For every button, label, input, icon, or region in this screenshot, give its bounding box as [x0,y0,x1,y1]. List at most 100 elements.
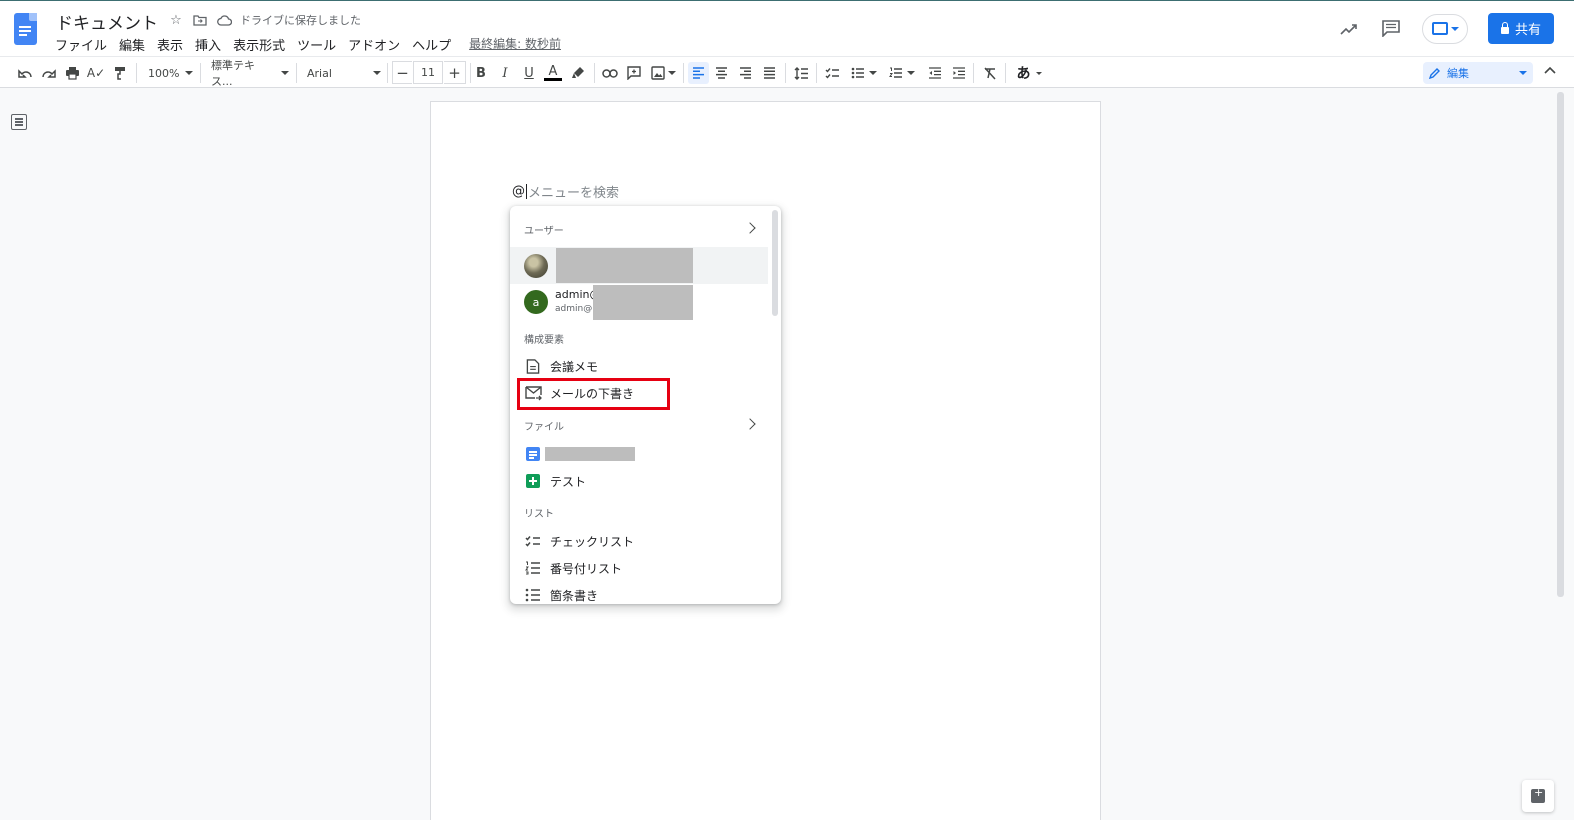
user-option-1[interactable] [510,247,768,284]
menu-item-file-doc[interactable] [524,443,635,465]
toolbar-divider [594,63,595,83]
font-size-input[interactable]: 11 [413,61,443,84]
menu-format[interactable]: 表示形式 [233,35,285,54]
align-center-icon[interactable] [712,62,731,84]
menu-item-numbered-list[interactable]: 番号付リスト [524,557,622,579]
toolbar-divider [973,63,974,83]
menu-item-file-test[interactable]: テスト [524,470,586,492]
bulleted-list-button[interactable] [848,62,880,84]
redo-icon[interactable] [40,62,58,84]
menu-item-label: テスト [550,474,587,489]
checklist-icon [524,532,542,550]
toolbar-divider [683,63,684,83]
checklist-icon[interactable] [823,62,842,84]
section-files-label: ファイル [524,422,564,433]
present-button[interactable] [1422,13,1468,44]
chevron-down-icon [1519,71,1527,75]
line-spacing-icon[interactable] [792,62,811,84]
redacted-name [556,248,693,283]
toolbar-divider [136,63,137,83]
underline-button[interactable]: U [520,62,538,84]
docs-logo-icon[interactable] [14,13,37,45]
comment-history-icon[interactable] [1380,18,1402,40]
menu-item-checklist[interactable]: チェックリスト [524,530,634,552]
zoom-select[interactable]: 100% [148,62,194,84]
menu-item-label: 番号付リスト [550,561,623,576]
menu-search-placeholder: メニューを検索 [528,186,620,201]
toolbar-divider [387,63,388,83]
menu-item-bulleted-list[interactable]: 箇条書き [524,584,598,604]
add-comment-icon[interactable] [625,62,643,84]
bulleted-list-icon [524,586,542,604]
pencil-icon [1429,68,1440,79]
chevron-down-icon [185,71,194,75]
last-edit-link[interactable]: 最終編集: 数秒前 [469,35,561,54]
increase-font-size-button[interactable]: + [444,61,466,84]
avatar [524,254,548,278]
input-tools-button[interactable]: あ [1012,62,1046,84]
menu-help[interactable]: ヘルプ [412,35,451,54]
cloud-saved-icon[interactable] [216,12,232,28]
undo-icon[interactable] [16,62,34,84]
chevron-up-icon[interactable] [1544,63,1558,77]
highlight-annotation-box [517,378,670,410]
paragraph-style-select[interactable]: 標準テキス... [211,59,289,88]
activity-trend-icon[interactable] [1338,18,1360,40]
text-color-button[interactable]: A [543,62,563,84]
paragraph-style-value: 標準テキス... [211,59,255,88]
mention-search-line[interactable]: @ メニューを検索 [512,182,619,201]
chevron-down-icon [373,71,381,75]
menu-file[interactable]: ファイル [55,35,107,54]
menu-item-label: 箇条書き [550,588,599,603]
menu-view[interactable]: 表示 [157,35,183,54]
decrease-indent-icon[interactable] [925,62,944,84]
increase-indent-icon[interactable] [949,62,968,84]
menu-insert[interactable]: 挿入 [195,35,221,54]
numbered-list-button[interactable] [886,62,918,84]
decrease-font-size-button[interactable]: − [392,61,412,84]
chevron-down-icon [1035,71,1042,75]
numbered-list-icon [524,559,542,577]
editing-mode-select[interactable]: 編集 [1423,62,1533,84]
document-outline-icon[interactable] [11,114,27,130]
align-right-icon[interactable] [736,62,755,84]
document-icon [524,357,542,375]
share-button[interactable]: 共有 [1488,13,1554,44]
spellcheck-icon[interactable]: A✓ [87,62,105,84]
chevron-down-icon [869,71,877,75]
align-justify-icon[interactable] [760,62,779,84]
toolbar-divider [816,63,817,83]
menu-edit[interactable]: 編集 [119,35,145,54]
paint-format-icon[interactable] [111,62,129,84]
insert-link-icon[interactable] [600,62,620,84]
menu-item-label: チェックリスト [550,534,635,549]
print-icon[interactable] [63,62,81,84]
menu-tools[interactable]: ツール [297,35,336,54]
font-value: Arial [307,66,332,80]
chevron-down-icon [1450,26,1459,31]
menu-addons[interactable]: アドオン [348,35,400,54]
insert-image-button[interactable] [649,62,677,84]
chevron-right-icon[interactable] [744,222,756,234]
document-scrollbar[interactable] [1557,92,1564,597]
star-icon[interactable]: ☆ [168,12,184,28]
menu-scrollbar[interactable] [772,210,778,316]
at-symbol: @ [512,184,525,199]
user-option-2[interactable]: a admin@ admin@ [510,285,768,322]
redacted-email [593,285,693,320]
chevron-right-icon[interactable] [744,418,756,430]
highlight-pen-icon[interactable] [569,62,587,84]
toolbar-divider [296,63,297,83]
menu-item-meeting-notes[interactable]: 会議メモ [524,355,598,377]
document-title[interactable]: ドキュメント [56,9,158,34]
clear-formatting-icon[interactable] [980,62,999,84]
bold-button[interactable]: B [472,62,490,84]
app-header: ドキュメント ☆ ドライブに保存しました ファイル 編集 表示 挿入 表示形式 … [0,0,1574,56]
move-folder-icon[interactable] [192,12,208,28]
toolbar-divider [1005,63,1006,83]
numbered-list-icon [889,67,902,78]
font-select[interactable]: Arial [307,62,383,84]
align-left-icon[interactable] [688,62,709,84]
explore-button[interactable] [1522,780,1554,812]
italic-button[interactable]: I [496,62,514,84]
